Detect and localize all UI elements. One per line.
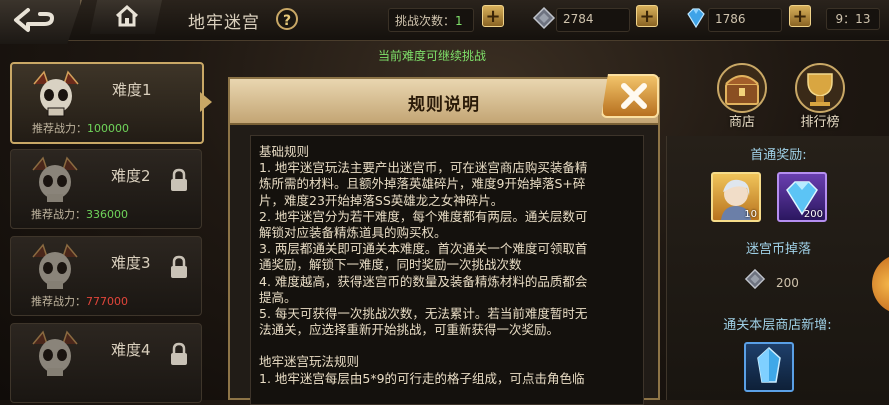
rules-line: 通奖励，解锁下一难度，同时奖励一次挑战次数 [259,257,522,273]
currency1-display: 2784 [556,8,630,32]
power-value: 777000 [86,295,128,308]
difficulty-card-4[interactable]: 难度4 [10,323,202,403]
challenge-label: 挑战次数： [395,14,456,28]
page-title: 地牢迷宫 [188,13,260,33]
rules-line: 3. 两层都通关即可通关本难度。首次通关一个难度可领取首 [259,241,588,257]
difficulty-name: 难度2 [111,167,151,185]
lock-icon [171,168,187,191]
lock-icon [171,342,187,365]
challenge-count: 挑战次数：1 [388,8,474,32]
shop-new-item[interactable] [744,342,794,392]
treasure-chest-icon [717,63,767,113]
coin-drop-value: 200 [776,276,799,290]
shop-label: 商店 [728,115,755,130]
rules-line: 4. 难度越高，获得迷宫币的数量及装备精炼材料的品质都会 [259,273,588,289]
ranking-label: 排行榜 [800,115,840,130]
coin-drop-title: 迷宫币掉落 [745,242,811,257]
rules-text-box[interactable]: 基础规则 1. 地牢迷宫玩法主要产出迷宫币，可在迷宫商店购买装备精 炼所需的材料… [250,135,644,405]
home-icon [115,4,139,27]
diamond-icon [687,8,705,29]
skull-icon [32,156,78,202]
rules-line: 1. 地牢迷宫玩法主要产出迷宫币，可在迷宫商店购买装备精 [259,160,588,176]
gem-coin-icon [532,6,556,30]
selected-indicator [200,92,212,112]
difficulty-name: 难度3 [111,254,151,272]
rules-line: 片，难度23开始掉落SS英雄龙之女神碎片。 [259,192,504,208]
ranking-button[interactable]: 排行榜 [790,62,850,130]
rules-line: 炼所需的材料。且额外掉落英雄碎片，难度9开始掉落S+碎 [259,176,586,192]
rules-line: 提高。 [259,289,297,305]
currency2-value: 1786 [715,12,746,26]
lock-icon [171,255,187,278]
challenge-value: 1 [455,14,463,28]
power-label: 推荐战力： [31,295,86,308]
close-button[interactable] [601,74,659,118]
currency2-display: 1786 [708,8,782,32]
new-items-title: 通关本层商店新增: [723,318,832,333]
add-challenge-button[interactable]: + [482,5,504,27]
help-button[interactable]: ? [276,8,298,30]
rules-line: 地牢迷宫玩法规则 [259,354,360,370]
rules-line: 法通关，应选择重新开始挑战，可重新获得一次奖励。 [259,322,560,338]
home-button[interactable] [90,0,162,34]
power-value: 336000 [86,208,128,221]
difficulty-card-3[interactable]: 难度3 推荐战力：777000 [10,236,202,316]
currency1-value: 2784 [563,12,594,26]
item-count: 200 [803,209,823,220]
rules-line: 5. 每天可获得一次挑战次数，无法累计。若当前难度暂时无 [259,306,588,322]
power-value: 100000 [87,122,129,135]
power-label: 推荐战力： [31,208,86,221]
skull-icon [32,243,78,289]
shop-button[interactable]: 商店 [712,62,772,130]
rules-dialog: 规则说明 基础规则 1. 地牢迷宫玩法主要产出迷宫币，可在迷宫商店购买装备精 炼… [228,77,660,405]
add-currency2-button[interactable]: + [789,5,811,27]
difficulty-card-1[interactable]: 难度1 推荐战力：100000 [10,62,204,144]
rules-line: 2. 地牢迷宫分为若干难度，每个难度都有两层。通关层数可 [259,208,588,224]
back-arrow-icon [14,8,54,32]
item-count: 10 [744,209,757,220]
rules-line: 1. 地牢迷宫每层由5*9的可行走的格子组成，可点击角色临 [259,370,585,386]
difficulty-card-2[interactable]: 难度2 推荐战力：336000 [10,149,202,229]
skull-icon [32,330,78,376]
add-currency1-button[interactable]: + [636,5,658,27]
dialog-title: 规则说明 [408,95,480,115]
difficulty-notice: 当前难度可继续挑战 [378,49,487,63]
close-x-icon [621,83,647,109]
difficulty-name: 难度4 [111,341,151,359]
clock-display: 9：13 [826,8,880,30]
trophy-icon [795,63,845,113]
diamond-reward-item[interactable]: 200 [777,172,827,222]
first-reward-title: 首通奖励: [750,148,807,163]
skull-icon [33,70,79,117]
maze-coin-icon [744,268,766,290]
power-label: 推荐战力： [32,122,87,135]
rules-line: 解锁对应装备精炼道具的购买权。 [259,225,447,241]
hero-shard-item[interactable]: 10 [711,172,761,222]
difficulty-name: 难度1 [112,81,152,99]
rules-line: 基础规则 [259,144,310,159]
crystal-icon [757,346,781,383]
dialog-header: 规则说明 [230,79,658,125]
